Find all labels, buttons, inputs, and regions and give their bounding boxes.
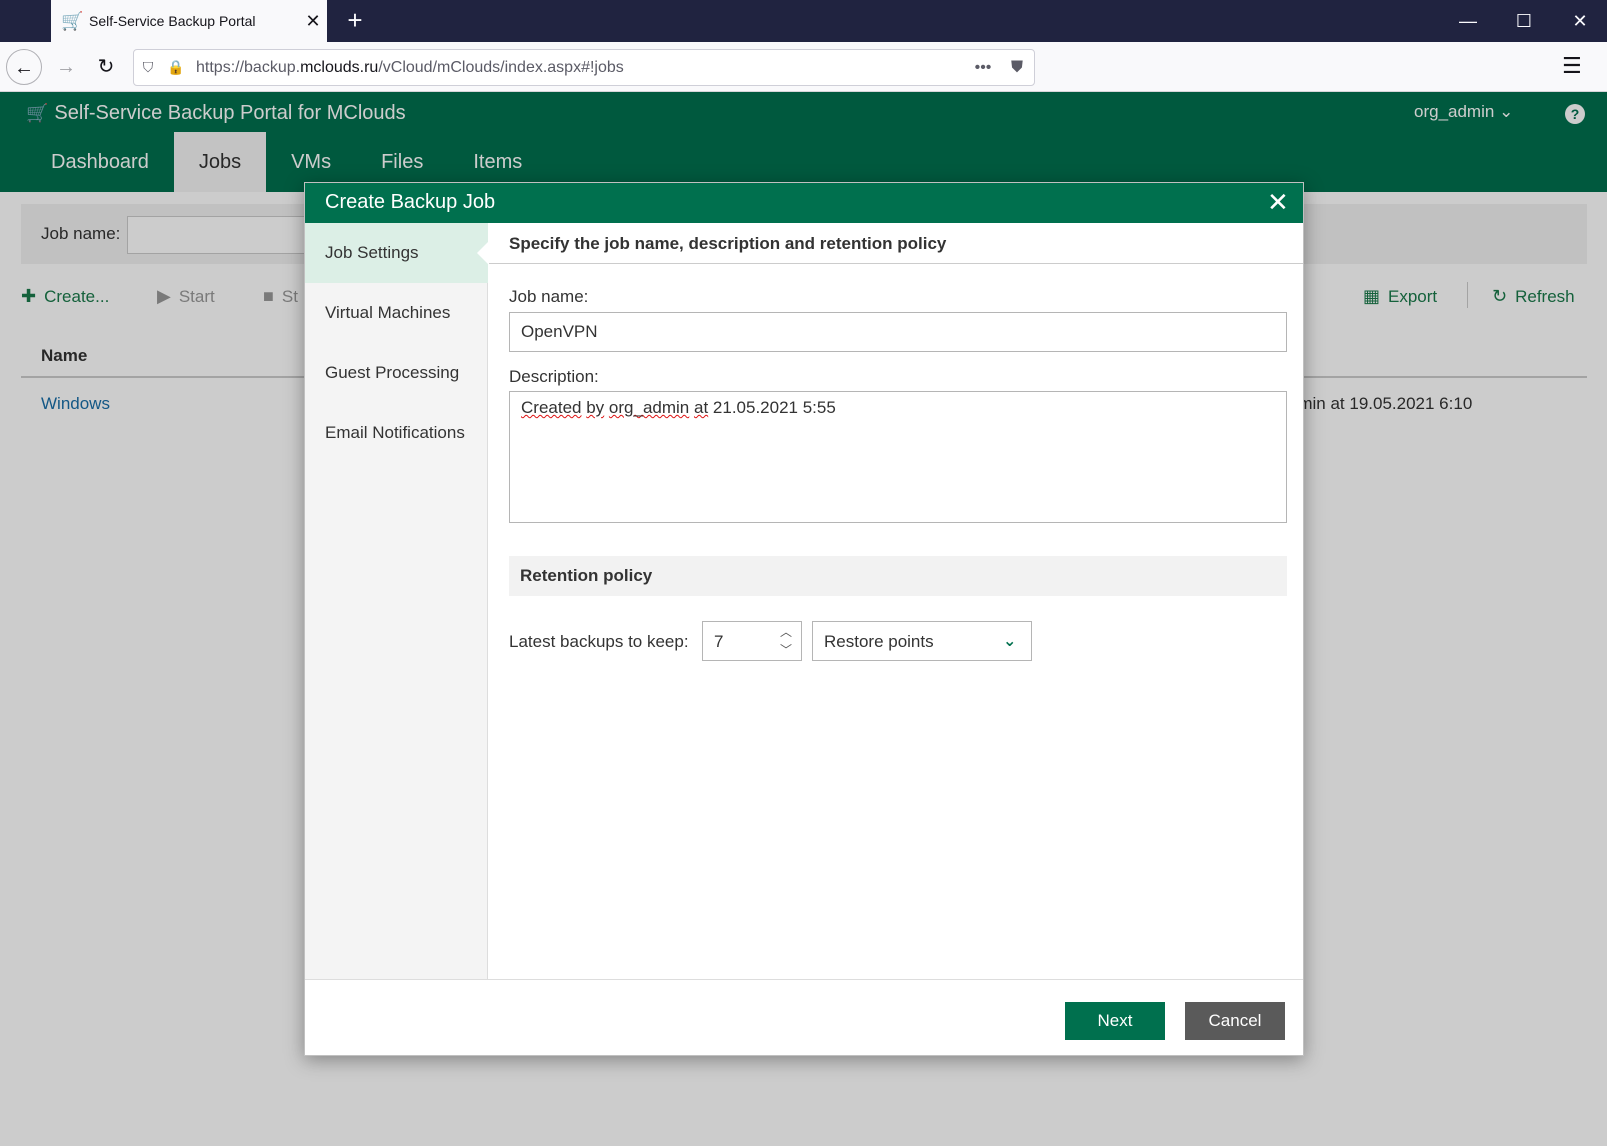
retention-unit-select[interactable]: Restore points ⌄ [812,621,1032,661]
section-title: Specify the job name, description and re… [489,223,1303,264]
retention-policy-heading: Retention policy [509,556,1287,596]
retention-unit-value: Restore points [824,632,934,651]
hamburger-menu-icon[interactable]: ☰ [1562,53,1582,79]
cart-icon: 🛒 [61,11,84,31]
step-job-settings[interactable]: Job Settings [305,223,489,283]
new-tab-button[interactable]: + [340,6,370,36]
create-backup-job-dialog: Create Backup Job ✕ Job Settings Virtual… [304,182,1304,1056]
back-arrow-icon[interactable]: ← [6,49,42,85]
close-tab-icon[interactable]: ✕ [299,11,327,32]
latest-backups-label: Latest backups to keep: [509,632,689,651]
close-window-icon[interactable]: ✕ [1552,0,1607,42]
backups-to-keep-stepper[interactable]: 7 ︿ ﹀ [702,621,802,661]
job-name-label: Job name: [509,287,589,306]
dialog-title: Create Backup Job [325,191,496,213]
forward-arrow-icon[interactable]: → [48,49,84,85]
browser-tab-title: Self-Service Backup Portal [89,13,256,29]
more-actions-icon[interactable]: ••• [966,59,1000,77]
browser-tab[interactable]: 🛒 Self-Service Backup Portal ✕ [51,0,327,42]
chevron-down-icon[interactable]: ﹀ [775,642,797,658]
shield-icon[interactable]: ⛉ [134,59,162,76]
minimize-icon[interactable]: — [1440,0,1496,42]
backups-to-keep-value[interactable]: 7 [714,632,723,652]
cancel-button[interactable]: Cancel [1185,1002,1285,1040]
reload-icon[interactable]: ↻ [88,49,124,85]
chevron-up-icon[interactable]: ︿ [775,624,797,640]
step-virtual-machines[interactable]: Virtual Machines [305,283,488,343]
step-guest-processing[interactable]: Guest Processing [305,343,488,403]
maximize-icon[interactable]: ☐ [1496,0,1552,42]
next-button[interactable]: Next [1065,1002,1165,1040]
description-textarea[interactable]: Created by org_admin at 21.05.2021 5:55 [509,391,1287,523]
wizard-steps: Job Settings Virtual Machines Guest Proc… [305,223,489,979]
close-icon[interactable]: ✕ [1267,187,1289,217]
url-bar[interactable]: ⛉ 🔒 https://backup.mclouds.ru/vCloud/mCl… [133,49,1035,86]
dialog-header: Create Backup Job ✕ [305,183,1303,223]
description-label: Description: [509,367,599,386]
browser-nav-bar: ← → ↻ ⛉ 🔒 https://backup.mclouds.ru/vClo… [0,42,1607,92]
pocket-icon[interactable]: ⛊ [1000,59,1034,77]
lock-icon[interactable]: 🔒 [162,59,190,76]
chevron-down-icon: ⌄ [1003,633,1017,650]
dialog-content: Specify the job name, description and re… [489,223,1303,979]
browser-tab-bar: 🛒 Self-Service Backup Portal ✕ + — ☐ ✕ [0,0,1607,42]
job-name-input[interactable]: OpenVPN [509,312,1287,352]
step-email-notifications[interactable]: Email Notifications [305,403,488,463]
dialog-footer: Next Cancel [305,979,1303,1055]
url-text[interactable]: https://backup.mclouds.ru/vCloud/mClouds… [190,59,966,77]
